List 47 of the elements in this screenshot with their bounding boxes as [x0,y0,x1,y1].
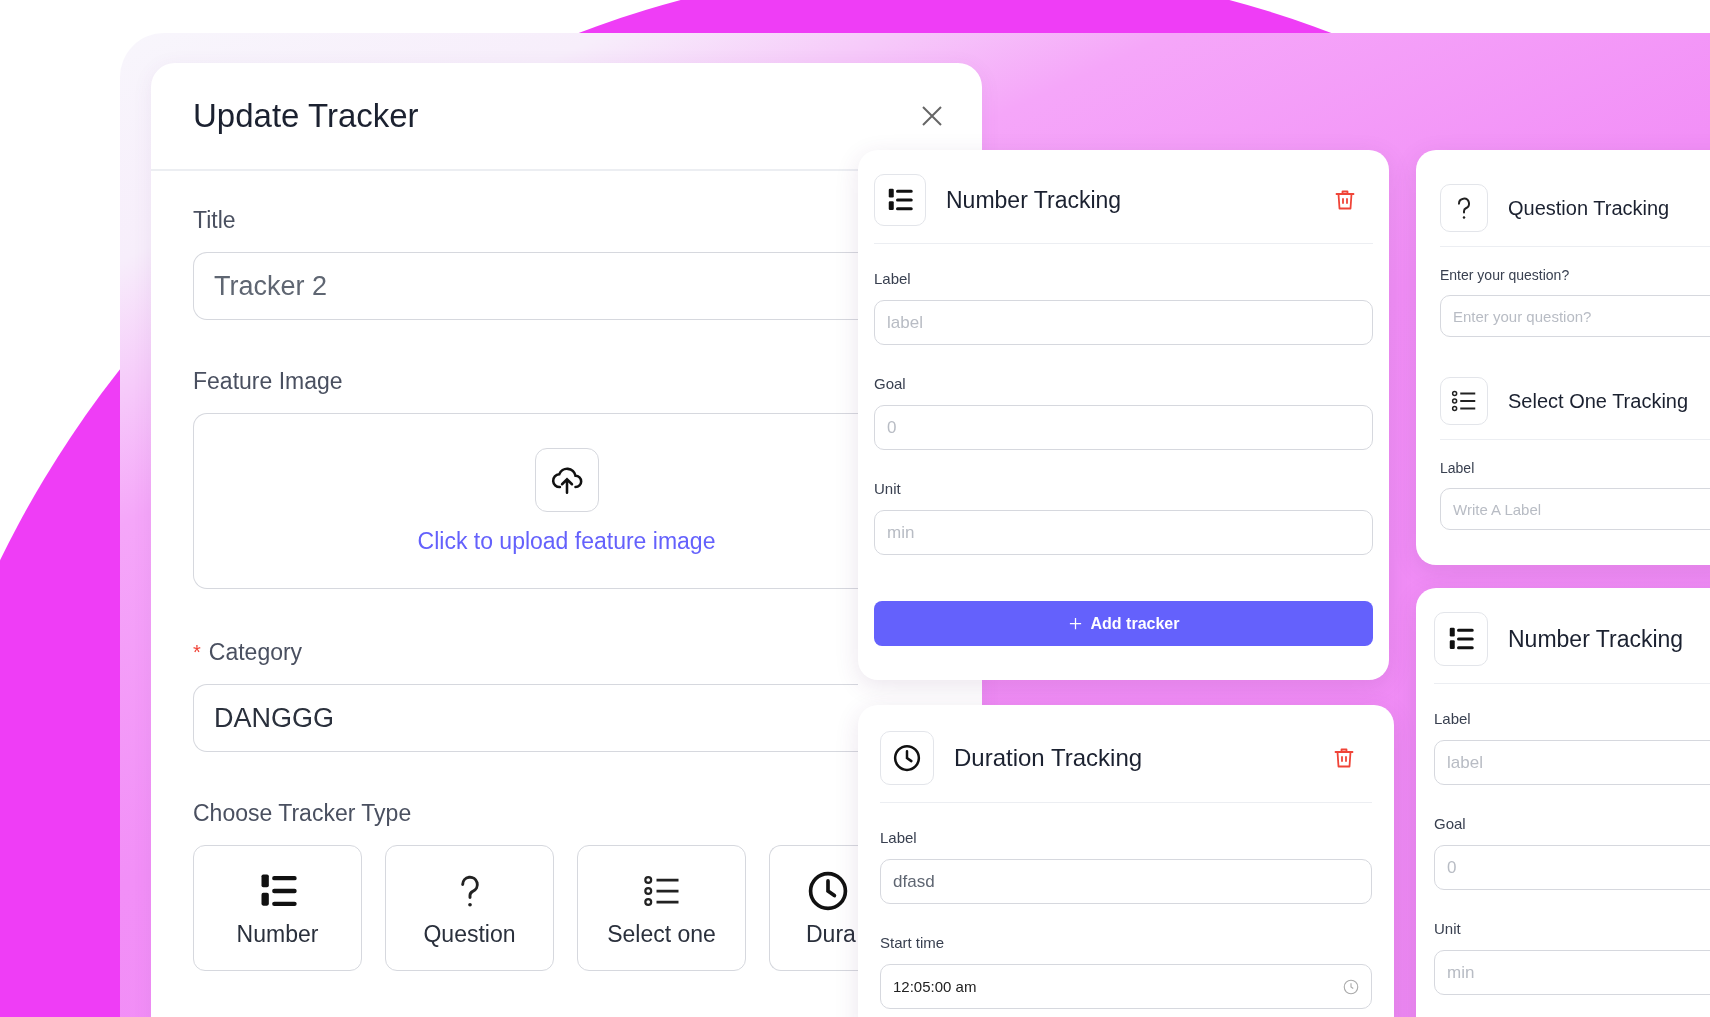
upload-area[interactable]: Click to upload feature image [193,413,858,589]
input-field[interactable]: min [874,510,1373,555]
input-field[interactable]: min [1434,950,1710,995]
field-label: Choose Tracker Type [193,800,412,827]
tracker-type-option[interactable]: Question [385,845,554,971]
clock-icon [1342,977,1360,996]
close-icon [920,104,944,128]
input-field[interactable]: 0 [1434,845,1710,890]
trash-icon [1332,746,1356,770]
input-field[interactable]: DANGGG [193,684,858,752]
input-field[interactable]: label [1434,740,1710,785]
tracker-type-option[interactable]: Number [193,845,362,971]
upload-link[interactable]: Click to upload feature image [417,527,716,555]
tracker-type-option[interactable]: Dura [769,845,858,971]
field-label: Title [193,207,236,234]
field-label: Goal [874,375,907,392]
clock-icon [892,743,922,773]
field-label: Feature Image [193,368,343,395]
input-field[interactable]: 0 [874,405,1373,450]
input-field[interactable]: label [874,300,1373,345]
input-field[interactable]: Tracker 2 [193,252,858,320]
required-asterisk: * [193,641,201,664]
dialog-title: Update Tracker [193,97,419,135]
upload-button[interactable] [534,447,599,512]
tracker-type-option[interactable]: Select one [577,845,746,971]
field-label: Label [1440,460,1476,476]
field-label: Unit [874,480,902,497]
trash-icon [1333,188,1357,212]
card-title: Select One Tracking [1508,389,1690,413]
card-title: Number Tracking [1508,625,1685,653]
field-label: Label [880,829,918,846]
input-field[interactable]: Enter your question? [1440,295,1710,337]
field-label: Start time [880,934,946,951]
field-label: Goal [1434,815,1467,832]
add-tracker-button[interactable]: Add tracker [874,601,1373,646]
field-label: Category [208,639,303,666]
card-title: Duration Tracking [954,744,1144,772]
field-label: Label [874,270,912,287]
card-title: Question Tracking [1508,196,1671,220]
field-label: Unit [1434,920,1462,937]
input-field[interactable]: dfasd [880,859,1372,904]
field-label: Enter your question? [1440,267,1571,283]
time-field[interactable]: 12:05:00 am [880,964,1372,1009]
plus-icon [1067,616,1083,631]
field-label: Label [1434,710,1472,727]
card-title: Number Tracking [946,186,1123,214]
input-field[interactable]: Write A Label [1440,488,1710,530]
